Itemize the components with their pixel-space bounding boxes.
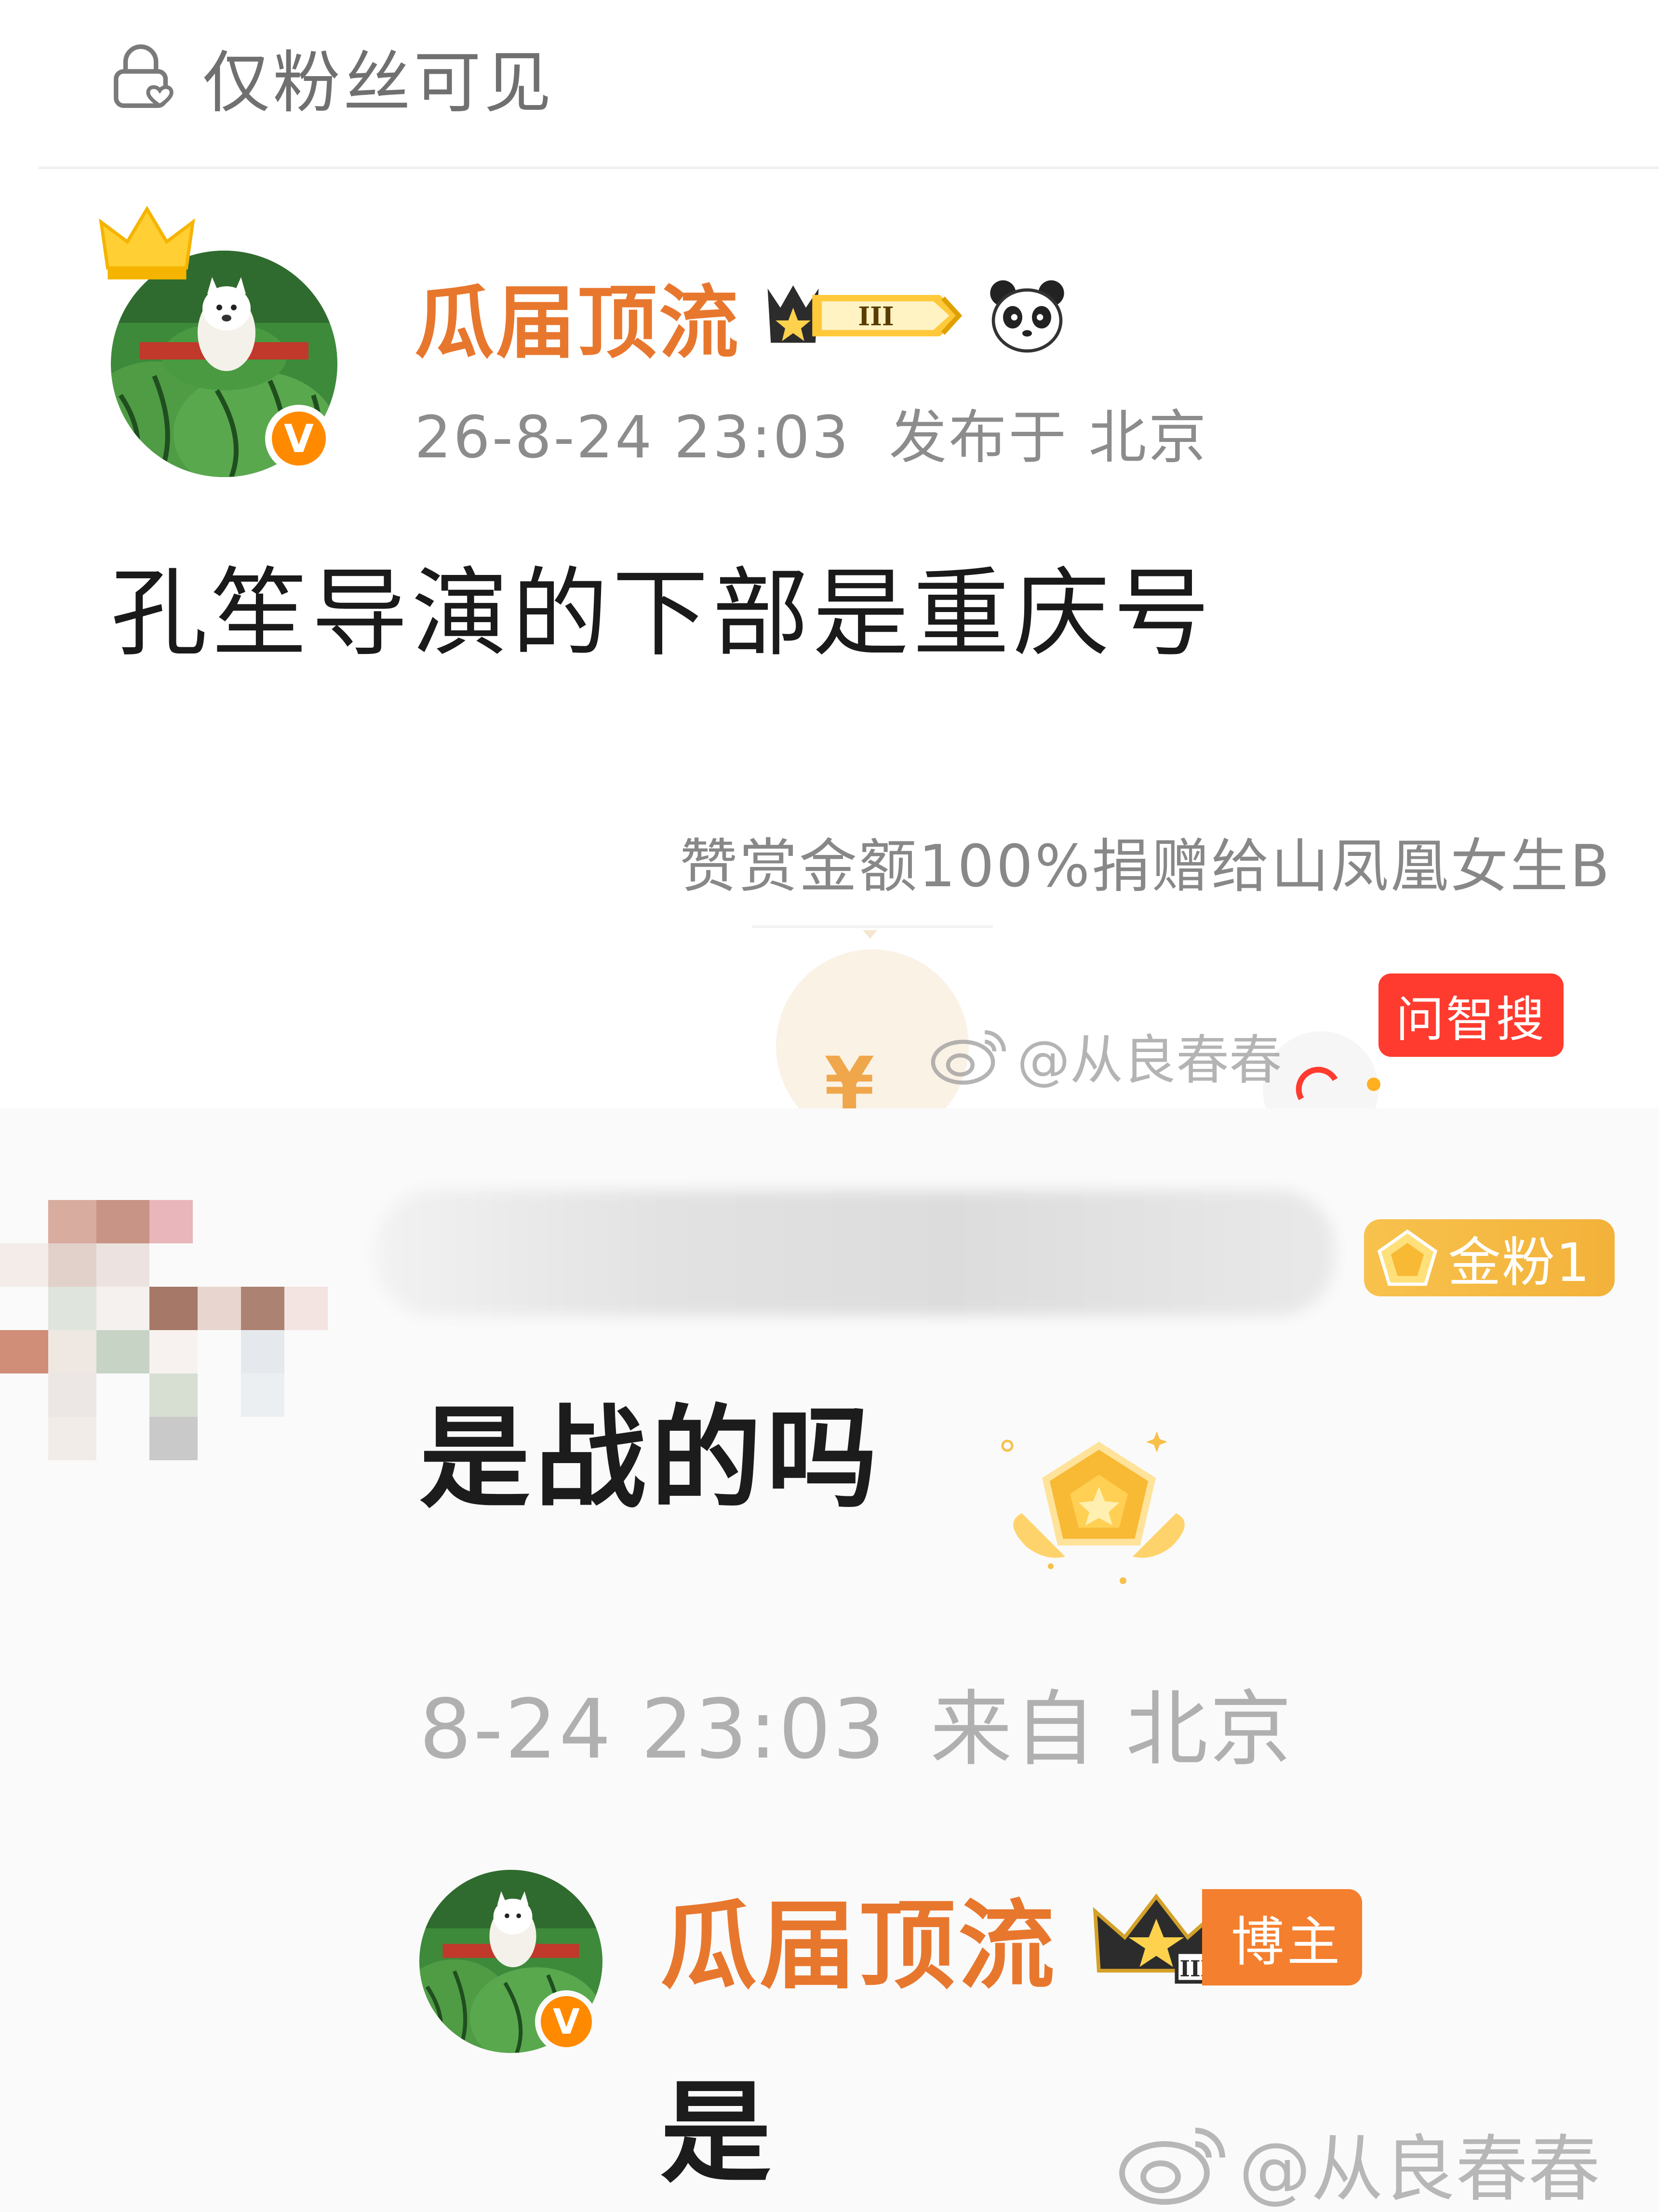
crown-icon (99, 205, 195, 280)
verified-badge: V (265, 405, 333, 472)
gold-fan-badge[interactable]: 金粉1 (1364, 1219, 1615, 1296)
watermark-bottom: @从良春春 (1118, 2111, 1600, 2212)
search-deco-icon (1263, 1031, 1380, 1108)
reply-content: 是 (660, 2069, 772, 2198)
visibility-label: 仅粉丝可见 (202, 44, 555, 122)
reply-verified-badge: V (535, 1990, 598, 2053)
panda-icon (990, 280, 1064, 353)
lock-heart-icon (114, 44, 174, 108)
author-row: 瓜届顶流 III (415, 267, 1068, 369)
watermark: @从良春春 (930, 1017, 1282, 1094)
blurred-username (376, 1190, 1335, 1316)
divider (39, 166, 1659, 169)
post-meta: 26-8-24 23:03 发布于 北京 (415, 390, 1208, 474)
svg-text:¥: ¥ (824, 1042, 874, 1108)
author-avatar-group[interactable]: V (96, 202, 347, 482)
gold-fan-label: 金粉1 (1448, 1232, 1591, 1293)
gold-fan-icon (1377, 1229, 1438, 1286)
reply-author-name[interactable]: 瓜届顶流 (660, 1867, 1057, 2007)
comment-location: 来自 北京 (930, 1682, 1294, 1777)
weibo-logo-icon (1119, 2127, 1225, 2205)
weibo-logo-icon (931, 1030, 1006, 1085)
member-level-text: III (858, 302, 894, 332)
comment-timestamp: 8-24 23:03 (419, 1682, 887, 1777)
watermark-text: @从良春春 (1017, 1029, 1282, 1091)
blogger-tag: 博主 (1202, 1889, 1363, 1985)
reply-author-row: 瓜届顶流 III 博主 (660, 1879, 1363, 2002)
watermark-bottom-text: @从良春春 (1239, 2128, 1601, 2212)
comment-meta: 8-24 23:03 来自 北京 (419, 1663, 1294, 1781)
author-name[interactable]: 瓜届顶流 (415, 258, 740, 373)
visibility-indicator: 仅粉丝可见 (106, 34, 554, 122)
donation-text[interactable]: 赞赏金额100%捐赠给山凤凰女生B (680, 819, 1611, 903)
post-timestamp: 26-8-24 23:03 (415, 404, 851, 471)
post-content: 孔笙导演的下部是重庆号 (111, 558, 1214, 670)
medal-icon (1001, 1431, 1185, 1584)
post-screenshot: 仅粉丝可见 V 瓜届顶流 III 26-8-24 23:03 发布于 北京 孔笙… (0, 0, 1659, 1108)
comment-screenshot: 金粉1 是战的吗 8-24 23:03 来自 北京 V 瓜届顶流 III 博主 … (0, 1108, 1659, 2212)
post-location: 发布于 北京 (889, 404, 1208, 471)
comment-content: 是战的吗 (419, 1395, 883, 1523)
blurred-avatar[interactable] (0, 1200, 333, 1634)
member-level-badge[interactable]: III (764, 275, 972, 357)
